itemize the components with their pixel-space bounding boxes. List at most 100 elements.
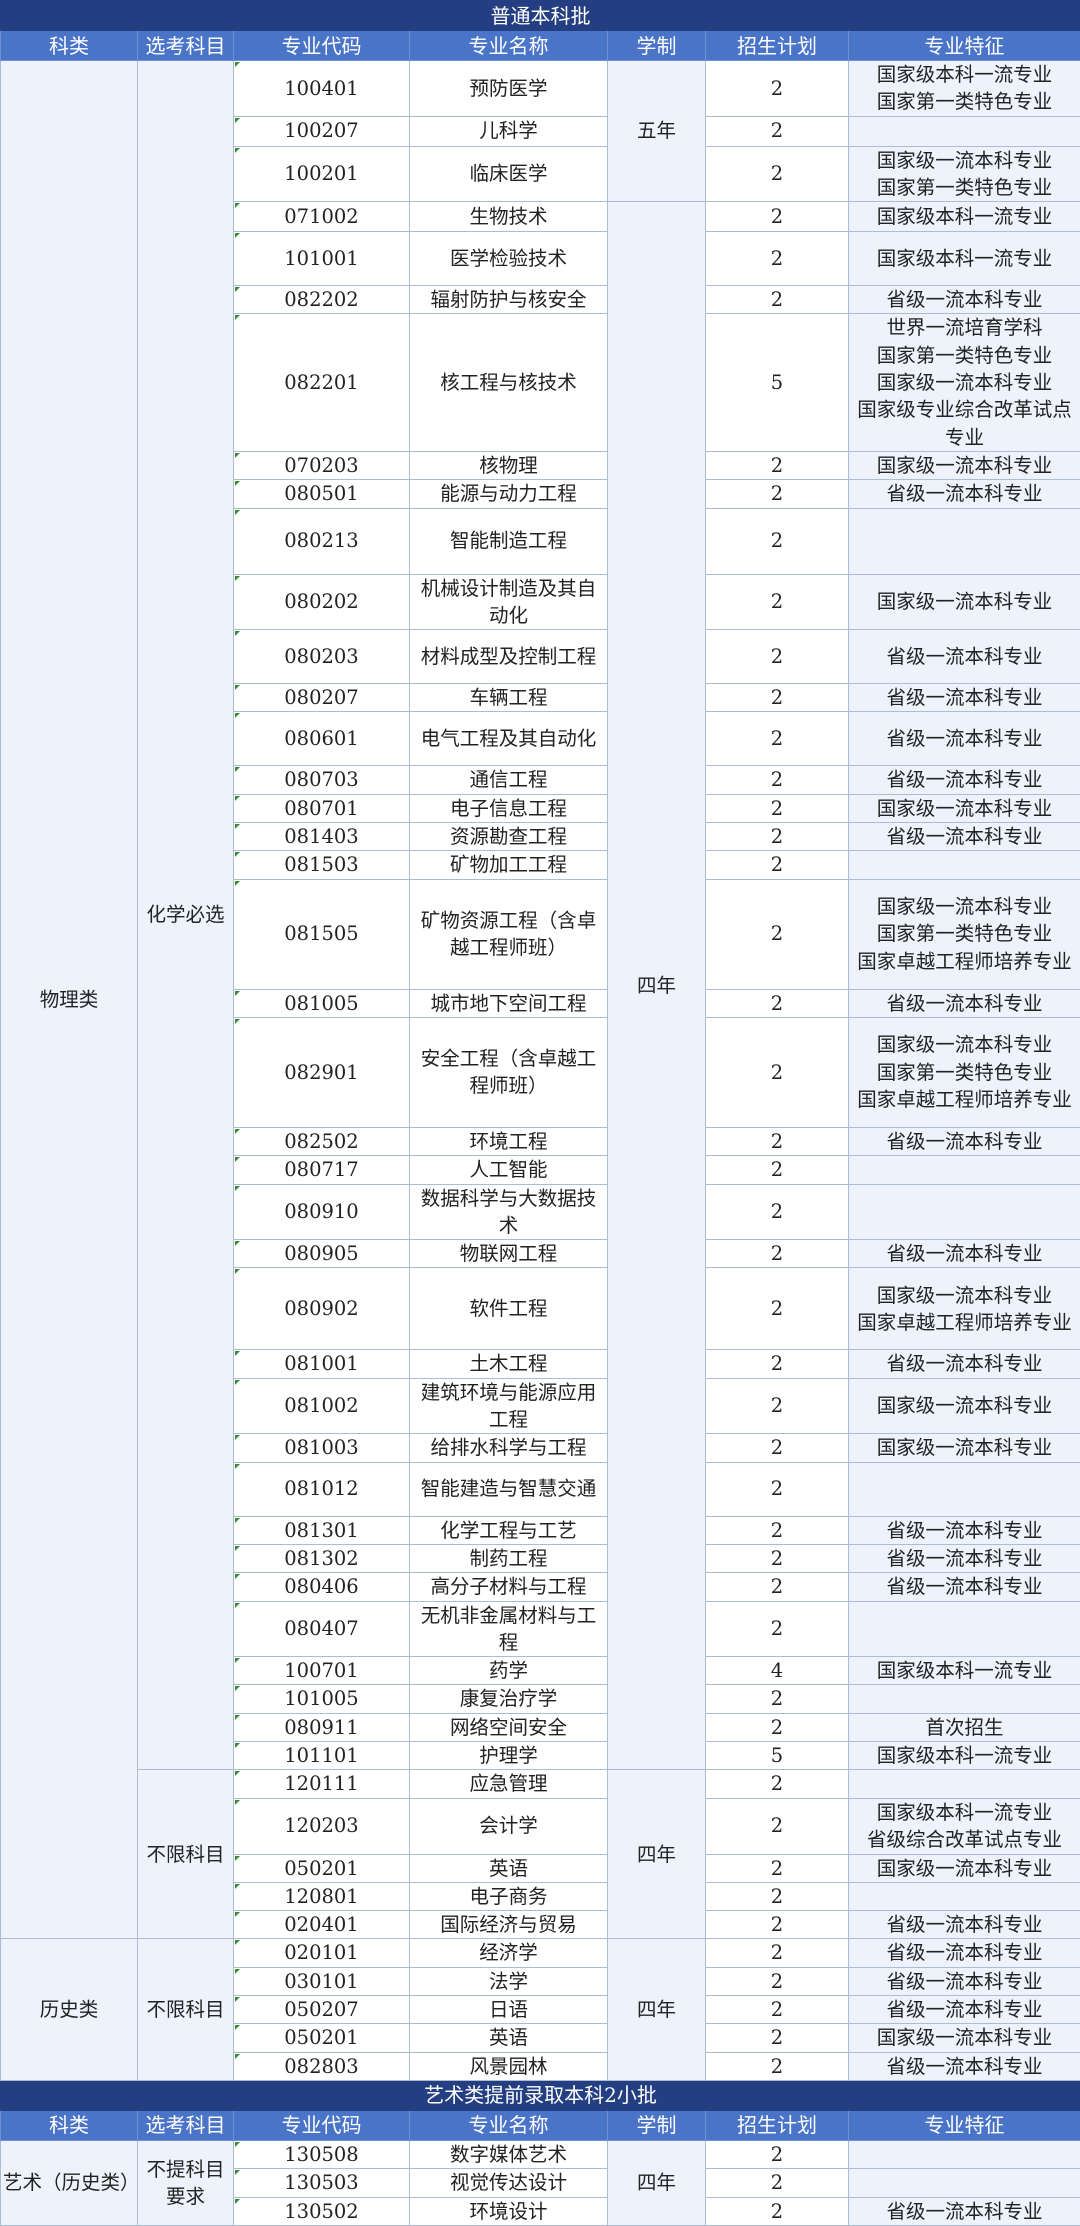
major-feature: 国家级本科一流专业省级综合改革试点专业	[849, 1798, 1080, 1854]
table-row: 艺术（历史类）不提科目要求130508数字媒体艺术四年2	[1, 2140, 1080, 2168]
major-name: 电气工程及其自动化	[410, 712, 608, 766]
major-name: 无机非金属材料与工程	[410, 1601, 608, 1657]
plan-count: 2	[706, 286, 849, 314]
major-feature: 国家级本科一流专业国家第一类特色专业	[849, 61, 1080, 117]
major-feature: 省级一流本科专业	[849, 1939, 1080, 1967]
plan-count: 2	[706, 989, 849, 1017]
major-feature: 省级一流本科专业	[849, 1573, 1080, 1601]
plan-count: 2	[706, 116, 849, 146]
plan-count: 2	[706, 851, 849, 879]
major-name: 会计学	[410, 1798, 608, 1854]
major-name: 环境设计	[410, 2197, 608, 2225]
column-header: 选考科目	[138, 2110, 234, 2140]
major-feature: 省级一流本科专业	[849, 1127, 1080, 1155]
major-feature: 国家级一流本科专业	[849, 1854, 1080, 1882]
duration-cell: 四年	[608, 1770, 706, 1939]
plan-count: 2	[706, 2024, 849, 2052]
major-feature: 国家级一流本科专业国家第一类特色专业	[849, 146, 1080, 202]
major-name: 矿物加工工程	[410, 851, 608, 879]
column-header: 学制	[608, 2110, 706, 2140]
major-feature: 国家级一流本科专业国家第一类特色专业国家卓越工程师培养专业	[849, 1017, 1080, 1127]
major-code: 080911	[234, 1713, 410, 1741]
plan-count: 2	[706, 1462, 849, 1516]
plan-count: 2	[706, 2169, 849, 2197]
column-header: 专业特征	[849, 2110, 1080, 2140]
major-feature: 省级一流本科专业	[849, 1911, 1080, 1939]
major-name: 儿科学	[410, 116, 608, 146]
major-feature	[849, 1156, 1080, 1184]
table-row: 不限科目120111应急管理四年2	[1, 1770, 1080, 1798]
major-code: 020401	[234, 1911, 410, 1939]
major-code: 100401	[234, 61, 410, 117]
plan-count: 2	[706, 146, 849, 202]
plan-count: 2	[706, 1516, 849, 1544]
major-feature: 国家级一流本科专业	[849, 2024, 1080, 2052]
major-code: 080207	[234, 684, 410, 712]
duration-cell: 五年	[608, 61, 706, 202]
major-feature: 省级一流本科专业	[849, 712, 1080, 766]
table-row: 物理类化学必选100401预防医学五年2国家级本科一流专业国家第一类特色专业	[1, 61, 1080, 117]
major-feature	[849, 1882, 1080, 1910]
major-feature	[849, 851, 1080, 879]
major-name: 核工程与核技术	[410, 314, 608, 451]
major-name: 康复治疗学	[410, 1685, 608, 1713]
major-name: 制药工程	[410, 1544, 608, 1572]
duration-cell: 四年	[608, 202, 706, 1770]
major-feature: 省级一流本科专业	[849, 1967, 1080, 1995]
major-feature: 省级一流本科专业	[849, 1544, 1080, 1572]
major-name: 软件工程	[410, 1268, 608, 1350]
plan-count: 2	[706, 1798, 849, 1854]
major-feature	[849, 2169, 1080, 2197]
major-code: 081003	[234, 1434, 410, 1462]
plan-count: 2	[706, 1268, 849, 1350]
major-name: 数字媒体艺术	[410, 2140, 608, 2168]
major-name: 应急管理	[410, 1770, 608, 1798]
table-row: 历史类不限科目020101经济学四年2省级一流本科专业	[1, 1939, 1080, 1967]
major-name: 人工智能	[410, 1156, 608, 1184]
plan-count: 2	[706, 1378, 849, 1434]
plan-count: 2	[706, 1996, 849, 2024]
major-feature: 首次招生	[849, 1713, 1080, 1741]
plan-count: 2	[706, 766, 849, 794]
duration-cell: 四年	[608, 1939, 706, 2080]
major-code: 082502	[234, 1127, 410, 1155]
category-cell: 艺术（历史类）	[1, 2140, 138, 2225]
major-feature	[849, 508, 1080, 574]
major-name: 化学工程与工艺	[410, 1516, 608, 1544]
major-feature: 省级一流本科专业	[849, 2197, 1080, 2225]
section-title: 艺术类提前录取本科2小批	[1, 2080, 1080, 2110]
major-name: 药学	[410, 1657, 608, 1685]
major-code: 050207	[234, 1996, 410, 2024]
plan-count: 2	[706, 1601, 849, 1657]
major-name: 机械设计制造及其自动化	[410, 574, 608, 630]
major-feature: 国家级本科一流专业	[849, 1657, 1080, 1685]
major-code: 080717	[234, 1156, 410, 1184]
major-code: 080407	[234, 1601, 410, 1657]
major-code: 081505	[234, 879, 410, 989]
major-code: 130508	[234, 2140, 410, 2168]
major-name: 数据科学与大数据技术	[410, 1184, 608, 1240]
major-name: 英语	[410, 2024, 608, 2052]
major-code: 070203	[234, 451, 410, 479]
major-name: 国际经济与贸易	[410, 1911, 608, 1939]
plan-count: 2	[706, 1882, 849, 1910]
category-cell: 物理类	[1, 61, 138, 1939]
major-code: 101005	[234, 1685, 410, 1713]
major-name: 建筑环境与能源应用工程	[410, 1378, 608, 1434]
major-code: 100201	[234, 146, 410, 202]
major-name: 电子商务	[410, 1882, 608, 1910]
major-feature: 国家级一流本科专业	[849, 794, 1080, 822]
major-feature: 省级一流本科专业	[849, 480, 1080, 508]
admission-plan-table: 普通本科批科类选考科目专业代码专业名称学制招生计划专业特征物理类化学必选1004…	[0, 0, 1080, 2226]
major-code: 080501	[234, 480, 410, 508]
major-code: 050201	[234, 1854, 410, 1882]
major-feature: 国家级本科一流专业	[849, 202, 1080, 232]
major-code: 080701	[234, 794, 410, 822]
major-feature: 省级一流本科专业	[849, 1240, 1080, 1268]
major-name: 医学检验技术	[410, 232, 608, 286]
major-code: 081302	[234, 1544, 410, 1572]
major-feature	[849, 116, 1080, 146]
major-feature: 国家级一流本科专业国家第一类特色专业国家卓越工程师培养专业	[849, 879, 1080, 989]
major-feature	[849, 1770, 1080, 1798]
major-name: 安全工程（含卓越工程师班）	[410, 1017, 608, 1127]
